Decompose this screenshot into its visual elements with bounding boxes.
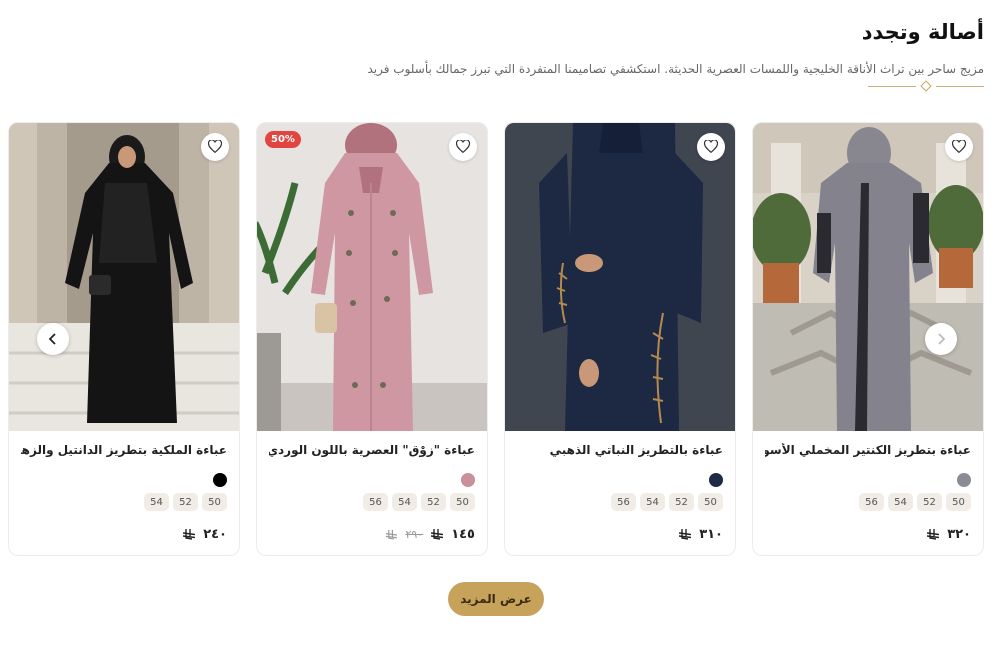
discount-badge: 50% <box>265 131 301 148</box>
heart-icon <box>455 138 471 157</box>
size-option[interactable]: 50 <box>946 493 971 511</box>
product-card[interactable]: عباءة بالتطريز النباتي الذهبي 50 52 54 5… <box>504 122 736 556</box>
price-row: ٣٢٠ <box>927 525 971 544</box>
size-option[interactable]: 52 <box>669 493 694 511</box>
size-options: 50 52 54 56 <box>363 493 475 511</box>
product-image[interactable] <box>257 123 487 431</box>
size-option[interactable]: 50 <box>202 493 227 511</box>
size-option[interactable]: 52 <box>917 493 942 511</box>
riyal-icon <box>679 525 692 544</box>
carousel-next-button[interactable] <box>37 323 69 355</box>
color-swatch[interactable] <box>957 473 971 487</box>
heart-icon <box>207 138 223 157</box>
color-swatch[interactable] <box>213 473 227 487</box>
wishlist-button[interactable] <box>945 133 973 161</box>
product-name[interactable]: عباءة "زوْق" العصرية باللون الوردي المطف… <box>269 443 475 457</box>
product-name[interactable]: عباءة بتطريز الكنتير المخملي الأسود <box>765 443 971 457</box>
heart-icon <box>703 138 719 157</box>
show-more-button[interactable]: عرض المزيد <box>448 582 544 616</box>
product-card[interactable]: 50% عباءة "زوْق" العصرية باللون الوردي ا… <box>256 122 488 556</box>
size-option[interactable]: 56 <box>859 493 884 511</box>
product-carousel: عباءة بتطريز الكنتير المخملي الأسود 50 5… <box>8 122 984 556</box>
size-option[interactable]: 56 <box>363 493 388 511</box>
product-card[interactable]: عباءة الملكية بتطريز الدانتيل والزهور ال… <box>8 122 240 556</box>
product-card[interactable]: عباءة بتطريز الكنتير المخملي الأسود 50 5… <box>752 122 984 556</box>
section-title: أصالة وتجدد <box>861 20 984 44</box>
riyal-icon <box>386 525 398 544</box>
size-options: 50 52 54 <box>144 493 227 511</box>
section-header: أصالة وتجدد مزيج ساحر بين تراث الأناقة ا… <box>16 18 985 78</box>
wishlist-button[interactable] <box>449 133 477 161</box>
price-row: ٢٤٠ <box>183 525 227 544</box>
size-option[interactable]: 50 <box>450 493 475 511</box>
size-option[interactable]: 50 <box>698 493 723 511</box>
wishlist-button[interactable] <box>697 133 725 161</box>
product-image[interactable] <box>505 123 735 431</box>
size-option[interactable]: 52 <box>173 493 198 511</box>
heart-icon <box>951 138 967 157</box>
section-subtitle: مزيج ساحر بين تراث الأناقة الخليجية والل… <box>367 62 985 76</box>
riyal-icon <box>183 525 196 544</box>
price: ٣١٠ <box>699 527 723 542</box>
carousel-prev-button[interactable] <box>925 323 957 355</box>
price: ٣٢٠ <box>947 527 971 542</box>
price: ٢٤٠ <box>203 527 227 542</box>
divider-ornament <box>868 80 984 92</box>
price-row: ٣١٠ <box>679 525 723 544</box>
size-option[interactable]: 54 <box>640 493 665 511</box>
size-option[interactable]: 54 <box>144 493 169 511</box>
size-options: 50 52 54 56 <box>859 493 971 511</box>
chevron-left-icon <box>48 330 58 349</box>
color-swatch[interactable] <box>709 473 723 487</box>
size-option[interactable]: 52 <box>421 493 446 511</box>
product-image[interactable] <box>753 123 983 431</box>
product-name[interactable]: عباءة الملكية بتطريز الدانتيل والزهور ال… <box>21 443 227 457</box>
size-option[interactable]: 56 <box>611 493 636 511</box>
old-price: ٢٩٠ <box>405 528 424 541</box>
chevron-right-icon <box>936 330 946 349</box>
riyal-icon <box>431 525 444 544</box>
product-name[interactable]: عباءة بالتطريز النباتي الذهبي <box>517 443 723 457</box>
size-options: 50 52 54 56 <box>611 493 723 511</box>
wishlist-button[interactable] <box>201 133 229 161</box>
color-swatch[interactable] <box>461 473 475 487</box>
product-image[interactable] <box>9 123 239 431</box>
size-option[interactable]: 54 <box>888 493 913 511</box>
price-row: ١٤٥ ٢٩٠ <box>386 525 475 544</box>
price: ١٤٥ <box>451 527 475 542</box>
riyal-icon <box>927 525 940 544</box>
size-option[interactable]: 54 <box>392 493 417 511</box>
